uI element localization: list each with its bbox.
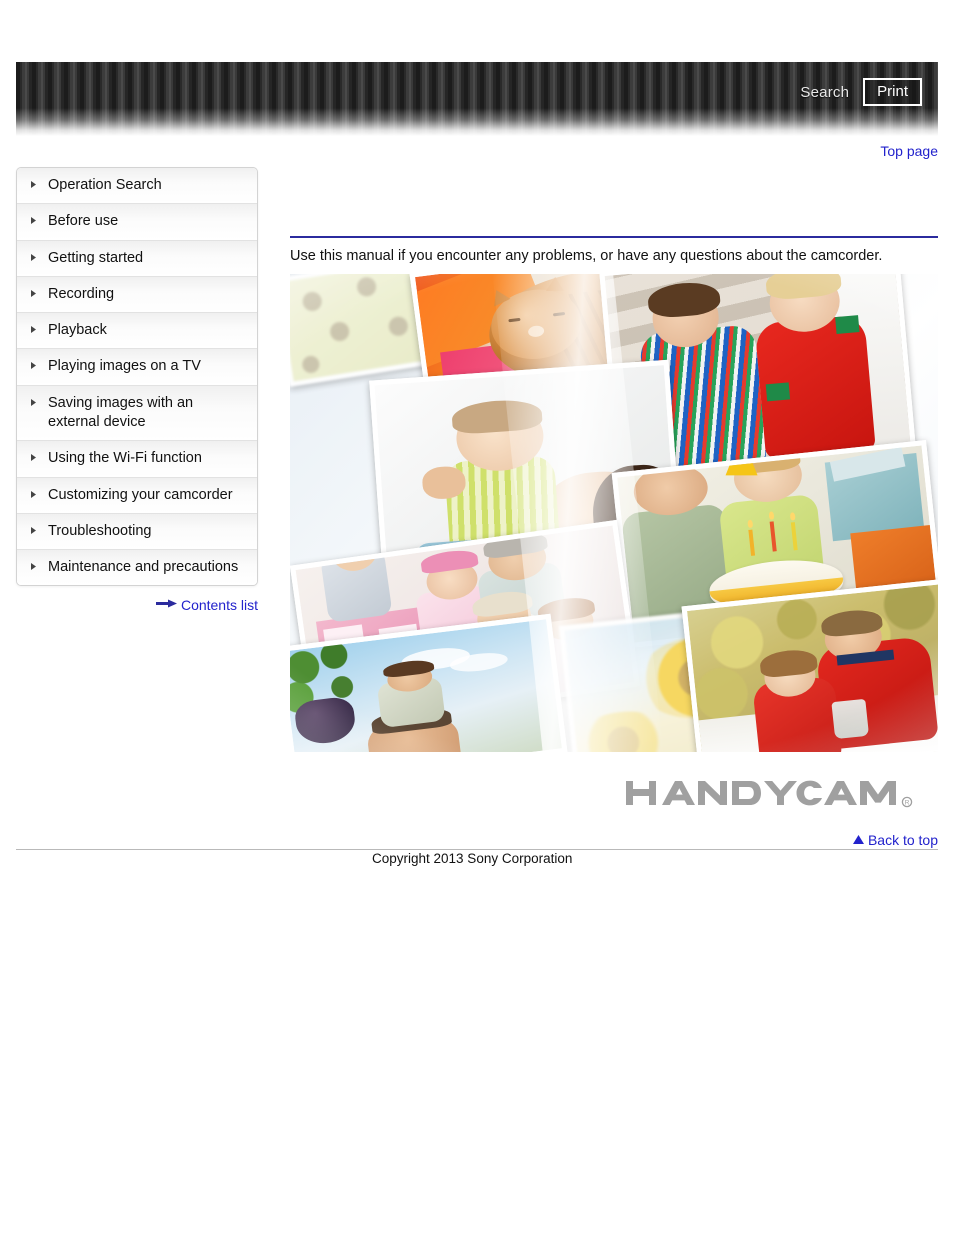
- sidebar-item-playback[interactable]: Playback: [17, 313, 257, 350]
- sidebar-item-label: Getting started: [48, 249, 144, 266]
- sidebar-item-label: Using the Wi-Fi function: [48, 450, 202, 467]
- sidebar-item-label: Before use: [48, 213, 119, 230]
- sidebar-item-before-use[interactable]: Before use: [17, 204, 257, 241]
- svg-text:R: R: [905, 800, 910, 807]
- handycam-logo-wrap: R: [290, 776, 938, 812]
- sidebar-nav-list: Operation Search Before use Getting star…: [16, 167, 258, 587]
- sidebar: Operation Search Before use Getting star…: [16, 167, 258, 614]
- triangle-right-icon: [31, 362, 40, 370]
- sidebar-item-label: Maintenance and precautions: [48, 559, 239, 576]
- search-button[interactable]: Search: [800, 84, 849, 101]
- sidebar-item-label: Operation Search: [48, 177, 162, 193]
- banner-controls: Search Print: [800, 62, 938, 122]
- hero-photo-collage: [290, 273, 938, 752]
- sidebar-item-label: Playing images on a TV: [48, 358, 201, 375]
- sidebar-item-customizing-your-camcorder[interactable]: Customizing your camcorder: [17, 477, 257, 514]
- outdoor-father-daughter-photo: [681, 578, 938, 752]
- sidebar-item-saving-images-external-device[interactable]: Saving images with an external device: [17, 385, 257, 442]
- copyright-text: Copyright 2013 Sony Corporation: [372, 851, 573, 866]
- main-content: Use this manual if you encounter any pro…: [290, 236, 938, 752]
- arrow-right-icon: [155, 596, 178, 614]
- triangle-right-icon: [31, 563, 40, 571]
- sidebar-item-troubleshooting[interactable]: Troubleshooting: [17, 513, 257, 551]
- back-to-top-link[interactable]: Back to top: [868, 832, 938, 848]
- top-banner: Search Print: [16, 62, 938, 136]
- triangle-right-icon: [31, 454, 40, 462]
- sidebar-item-getting-started[interactable]: Getting started: [17, 240, 257, 277]
- contents-list-row: Contents list: [16, 596, 258, 614]
- sidebar-item-maintenance-and-precautions[interactable]: Maintenance and precautions: [17, 550, 257, 586]
- sidebar-item-label: Saving images with an external device: [48, 394, 194, 430]
- sidebar-item-label: Troubleshooting: [48, 522, 152, 539]
- top-page-link[interactable]: Top page: [880, 143, 938, 159]
- triangle-right-icon: [31, 326, 40, 334]
- sidebar-item-playing-images-on-a-tv[interactable]: Playing images on a TV: [17, 349, 257, 386]
- triangle-right-icon: [31, 526, 40, 534]
- triangle-right-icon: [31, 490, 40, 498]
- top-page-link-row: Top page: [0, 143, 938, 161]
- content-divider-rule: [290, 236, 938, 238]
- sidebar-item-label: Recording: [48, 285, 115, 302]
- sidebar-item-recording[interactable]: Recording: [17, 276, 257, 314]
- footer-divider-rule: [16, 849, 938, 850]
- sidebar-item-using-the-wifi-function[interactable]: Using the Wi-Fi function: [17, 441, 257, 478]
- sidebar-item-label: Playback: [48, 322, 107, 339]
- triangle-right-icon: [31, 253, 40, 261]
- triangle-right-icon: [31, 398, 40, 406]
- contents-list-link[interactable]: Contents list: [181, 597, 258, 613]
- sidebar-item-operation-search[interactable]: Operation Search: [17, 168, 257, 205]
- triangle-right-icon: [31, 217, 40, 225]
- back-to-top-row: Back to top: [0, 831, 938, 849]
- triangle-right-icon: [31, 181, 40, 188]
- triangle-up-icon: [852, 831, 864, 849]
- intro-text: Use this manual if you encounter any pro…: [290, 248, 883, 264]
- sidebar-item-label: Customizing your camcorder: [48, 486, 233, 503]
- print-button[interactable]: Print: [863, 77, 922, 107]
- handycam-logo: R: [626, 780, 913, 808]
- triangle-right-icon: [31, 289, 40, 297]
